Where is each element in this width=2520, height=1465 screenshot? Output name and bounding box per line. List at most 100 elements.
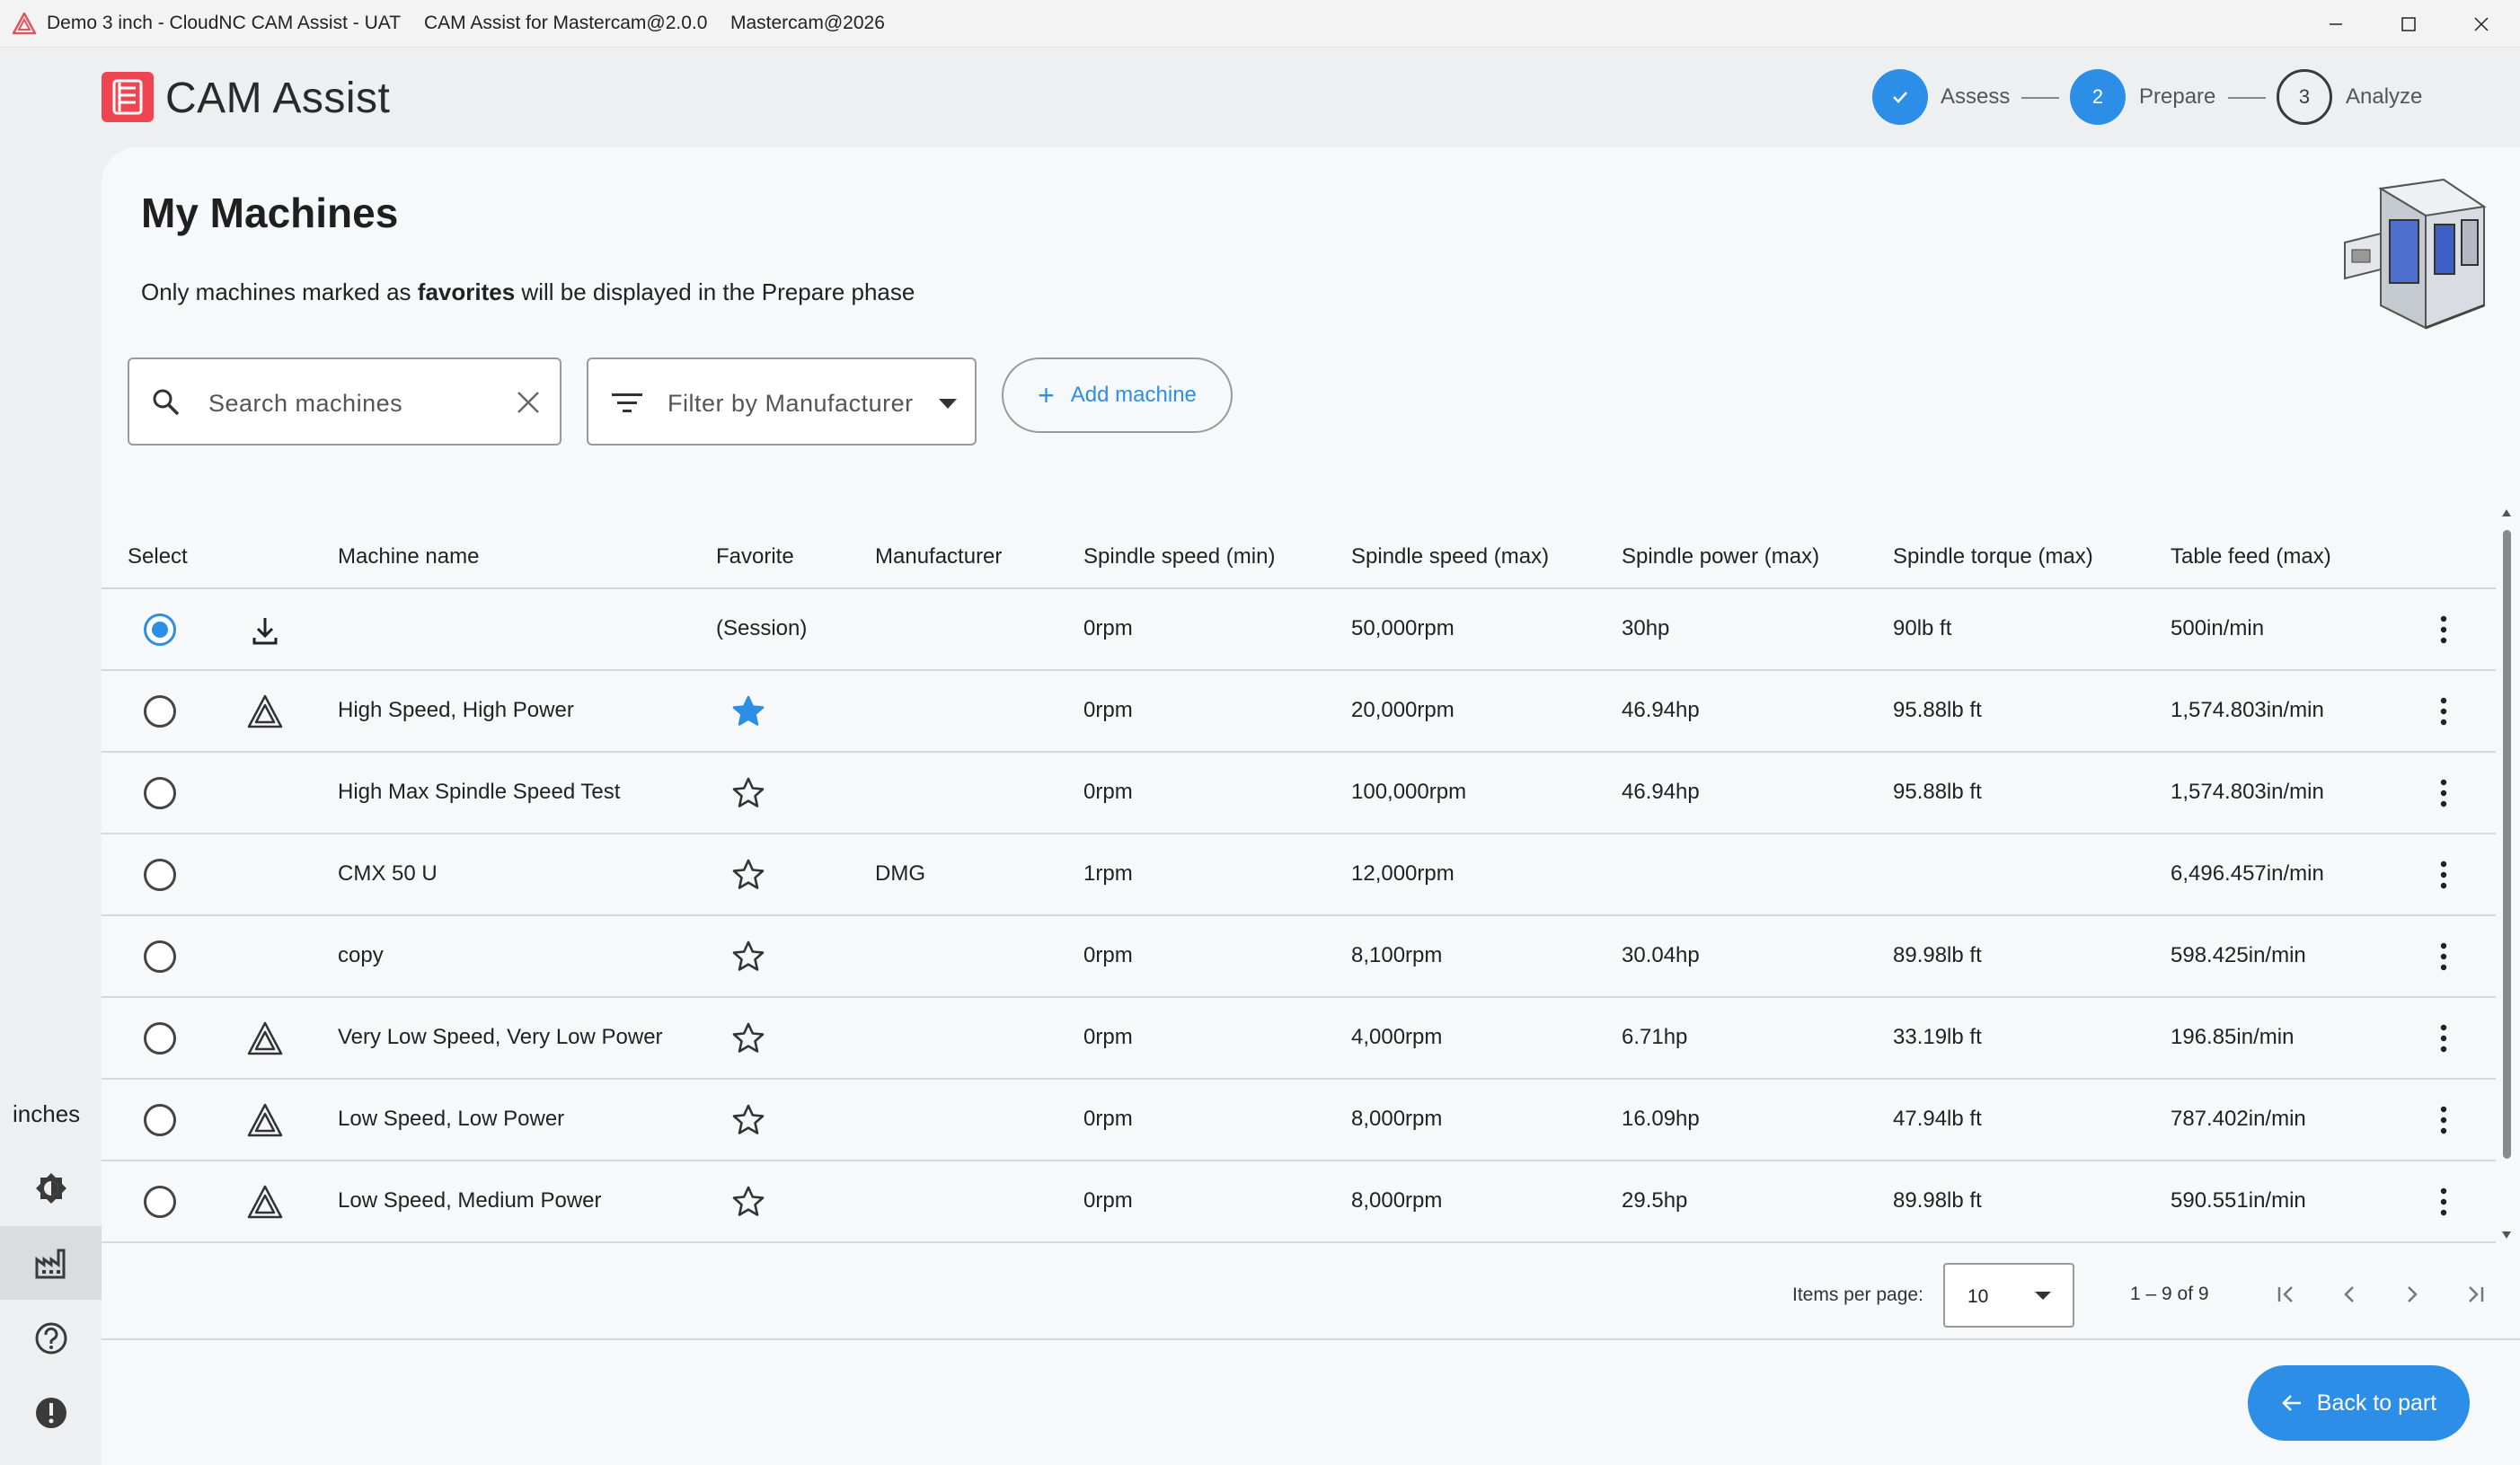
step-analyze[interactable]: 3 [2277, 69, 2332, 125]
window-title-host: Mastercam@2026 [730, 13, 885, 33]
favorite-star-icon[interactable] [731, 1021, 765, 1055]
first-page-button[interactable] [2266, 1274, 2307, 1315]
theme-toggle-button[interactable] [0, 1152, 102, 1225]
search-input[interactable]: Search machines [208, 390, 402, 418]
machine-name: Low Speed, Low Power [338, 1107, 565, 1131]
more-options-icon[interactable] [2435, 1021, 2453, 1055]
step-assess[interactable] [1872, 69, 1928, 125]
minimize-button[interactable] [2300, 0, 2372, 48]
column-header[interactable]: Select [128, 544, 188, 569]
favorite-session-label: (Session) [716, 616, 808, 640]
factory-icon [35, 1249, 65, 1279]
app-logo-icon [12, 12, 37, 35]
last-page-button[interactable] [2454, 1274, 2496, 1315]
column-header[interactable]: Table feed (max) [2171, 544, 2331, 569]
subtitle-emphasis: favorites [417, 278, 516, 305]
spindle-speed-min-cell: 0rpm [1083, 1107, 1133, 1131]
select-radio[interactable] [144, 940, 176, 973]
table-feed-cell: 1,574.803in/min [2171, 780, 2324, 804]
page-range: 1 – 9 of 9 [2130, 1284, 2209, 1304]
machine-name: Low Speed, Medium Power [338, 1188, 602, 1213]
select-radio[interactable] [144, 1104, 176, 1136]
select-radio[interactable] [144, 695, 176, 728]
more-options-icon[interactable] [2435, 940, 2453, 974]
caret-down-icon [2035, 1292, 2051, 1300]
favorite-star-icon[interactable] [731, 858, 765, 892]
close-button[interactable] [2445, 0, 2517, 48]
maximize-button[interactable] [2373, 0, 2445, 48]
favorite-star-icon[interactable] [731, 940, 765, 974]
manufacturer-cell: DMG [875, 861, 925, 886]
filter-icon [612, 393, 642, 412]
column-header[interactable]: Favorite [716, 544, 794, 569]
machines-nav-button[interactable] [0, 1226, 102, 1300]
table-row[interactable]: Low Speed, Medium Power 0rpm 8,000rpm 29.5h… [102, 1161, 2496, 1243]
units-label: inches [13, 1100, 81, 1127]
column-header[interactable]: Spindle power (max) [1622, 544, 1819, 569]
select-radio[interactable] [144, 859, 176, 891]
table-row[interactable]: copy 0rpm 8,100rpm 30.04hp 89.98lb ft 598.425… [102, 916, 2496, 998]
table-row[interactable]: (Session) 0rpm 50,000rpm 30hp 90lb ft 500in/m… [102, 589, 2496, 671]
help-button[interactable] [0, 1302, 102, 1375]
table-row[interactable]: Low Speed, Low Power 0rpm 8,000rpm 16.09hp 4… [102, 1080, 2496, 1161]
favorite-star-icon[interactable] [731, 776, 765, 810]
step-connector [2228, 97, 2266, 99]
table-feed-cell: 590.551in/min [2171, 1188, 2306, 1213]
machine-name: High Max Spindle Speed Test [338, 780, 621, 804]
chevron-right-icon [2408, 1286, 2418, 1302]
spindle-speed-max-cell: 12,000rpm [1351, 861, 1455, 886]
next-page-button[interactable] [2392, 1274, 2433, 1315]
step-prepare[interactable]: 2 [2070, 69, 2126, 125]
select-radio[interactable] [144, 613, 176, 646]
spindle-power-cell: 30.04hp [1622, 943, 1700, 967]
spindle-power-cell: 46.94hp [1622, 698, 1700, 722]
column-header[interactable]: Manufacturer [875, 544, 1002, 569]
machine-name: CMX 50 U [338, 861, 438, 886]
step-prepare-label: Prepare [2139, 84, 2216, 109]
table-row[interactable]: Very Low Speed, Very Low Power 0rpm 4,000r… [102, 998, 2496, 1080]
column-header[interactable]: Spindle speed (max) [1351, 544, 1549, 569]
table-feed-cell: 787.402in/min [2171, 1107, 2306, 1131]
table-row[interactable]: High Max Spindle Speed Test 0rpm 100,000rp… [102, 753, 2496, 834]
more-options-icon[interactable] [2435, 858, 2453, 892]
table-header: Select Machine name Favorite Manufacture… [102, 521, 2496, 589]
select-radio[interactable] [144, 777, 176, 809]
more-options-icon[interactable] [2435, 694, 2453, 728]
manufacturer-filter[interactable]: Filter by Manufacturer [587, 357, 977, 446]
favorite-star-icon[interactable] [731, 1185, 765, 1219]
more-options-icon[interactable] [2435, 613, 2453, 647]
add-machine-button[interactable]: + Add machine [1002, 357, 1233, 433]
arrow-left-icon [2281, 1393, 2303, 1413]
select-radio[interactable] [144, 1186, 176, 1218]
more-options-icon[interactable] [2435, 776, 2453, 810]
table-row[interactable]: High Speed, High Power 0rpm 20,000rpm 46.94… [102, 671, 2496, 753]
more-options-icon[interactable] [2435, 1185, 2453, 1219]
more-options-icon[interactable] [2435, 1103, 2453, 1137]
table-row[interactable]: CMX 50 U DMG 1rpm 12,000rpm 6,496.457in/min [102, 834, 2496, 916]
column-header[interactable]: Machine name [338, 544, 479, 569]
table-feed-cell: 1,574.803in/min [2171, 698, 2324, 722]
column-header[interactable]: Spindle speed (min) [1083, 544, 1275, 569]
favorite-star-icon[interactable] [731, 694, 765, 728]
clear-search-icon[interactable] [516, 390, 541, 415]
window-title-plugin: CAM Assist for Mastercam@2.0.0 [424, 13, 708, 33]
select-radio[interactable] [144, 1022, 176, 1055]
scrollbar-thumb[interactable] [2503, 530, 2511, 1159]
feedback-button[interactable] [0, 1376, 102, 1450]
brand-logo-icon [112, 79, 143, 115]
back-to-part-button[interactable]: Back to part [2248, 1365, 2470, 1441]
items-per-page-select[interactable]: 10 [1943, 1263, 2074, 1328]
column-header[interactable]: Spindle torque (max) [1893, 544, 2093, 569]
favorite-star-icon[interactable] [731, 1103, 765, 1137]
spindle-torque-cell: 89.98lb ft [1893, 943, 1982, 967]
table-feed-cell: 196.85in/min [2171, 1025, 2295, 1049]
spindle-speed-min-cell: 0rpm [1083, 698, 1133, 722]
spindle-speed-max-cell: 100,000rpm [1351, 780, 1467, 804]
page-subtitle: Only machines marked as favorites will b… [141, 278, 915, 306]
search-field[interactable]: Search machines [128, 357, 561, 446]
machine-name: Very Low Speed, Very Low Power [338, 1025, 663, 1049]
window-titlebar: Demo 3 inch - CloudNC CAM Assist - UAT C… [0, 0, 2520, 48]
caret-down-icon [939, 399, 957, 409]
previous-page-button[interactable] [2329, 1274, 2370, 1315]
subtitle-text: Only machines marked as [141, 278, 418, 305]
